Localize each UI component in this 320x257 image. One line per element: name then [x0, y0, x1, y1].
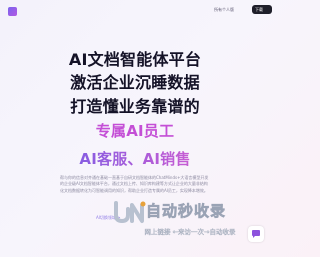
download-button[interactable]: 下载: [252, 5, 272, 14]
chat-icon: [252, 230, 260, 238]
watermark-title: 自动秒收录: [146, 202, 227, 221]
hero-title-line-4: 专属AI员工: [95, 122, 175, 140]
hero-title-line-3: 打造懂业务靠谱的: [70, 97, 200, 116]
hero-title-line-1: AI文档智能体平台: [68, 50, 202, 69]
brand-logo[interactable]: [8, 7, 17, 16]
hero-title-line-2: 激活企业沉睡数据: [70, 73, 200, 92]
nav-personal-link[interactable]: 所有个人版: [214, 7, 234, 12]
top-bar: 所有个人版 下载: [0, 0, 272, 24]
hero-description: 帮与你的信息对齐通在基础一直基于自研文档智能体的ChatMinds+大语言模型开…: [60, 175, 209, 193]
floating-chat-button[interactable]: [248, 226, 264, 242]
watermark-subtitle: 网上链接 ←来访一次→自动收录: [144, 228, 236, 236]
hero-title-line-5: AI客服、AI销售: [0, 149, 270, 169]
watermark-badge-icon: [110, 200, 148, 224]
watermark-overlay: 自动秒收录 网上链接 ←来访一次→自动收录: [110, 198, 270, 240]
